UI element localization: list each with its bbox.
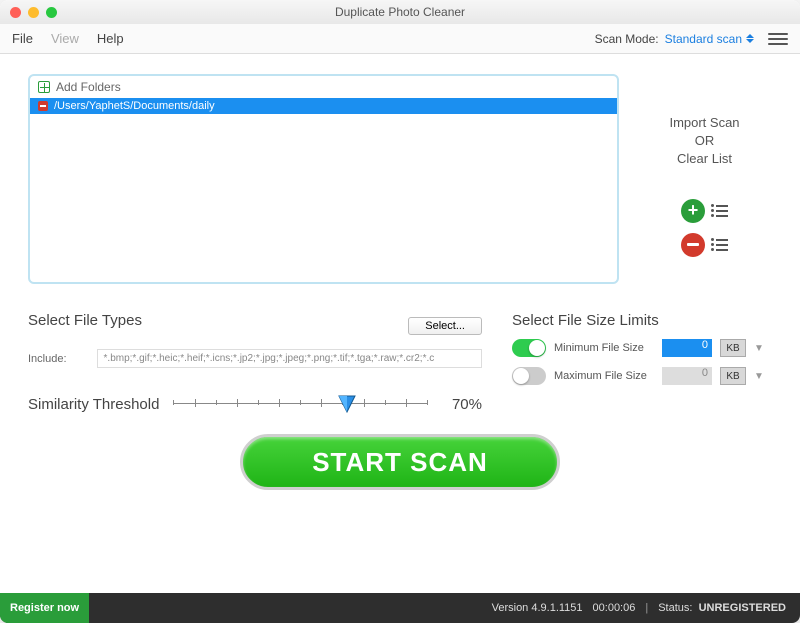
file-types-title: Select File Types bbox=[28, 312, 142, 329]
status-value: UNREGISTERED bbox=[699, 602, 786, 614]
select-file-types-button[interactable]: Select... bbox=[408, 317, 482, 335]
min-size-toggle[interactable] bbox=[512, 339, 546, 357]
similarity-label: Similarity Threshold bbox=[28, 396, 159, 413]
add-folders-row[interactable]: Add Folders bbox=[30, 76, 617, 98]
menu-view[interactable]: View bbox=[51, 31, 79, 46]
min-size-input[interactable]: 0 bbox=[662, 339, 712, 357]
folder-item[interactable]: /Users/YaphetS/Documents/daily bbox=[30, 98, 617, 114]
max-size-toggle[interactable] bbox=[512, 367, 546, 385]
import-scan-button[interactable]: + bbox=[681, 199, 728, 223]
scan-mode-label: Scan Mode: bbox=[595, 32, 659, 46]
content: Add Folders /Users/YaphetS/Documents/dai… bbox=[0, 54, 800, 593]
status-label: Status: bbox=[658, 602, 692, 614]
folder-path: /Users/YaphetS/Documents/daily bbox=[54, 100, 215, 112]
plus-icon bbox=[38, 81, 50, 93]
side-text-1: Import Scan bbox=[669, 114, 739, 132]
side-text-2: OR bbox=[669, 132, 739, 150]
max-size-unit[interactable]: KB bbox=[720, 367, 746, 385]
list-icon bbox=[711, 204, 728, 217]
include-value[interactable]: *.bmp;*.gif;*.heic;*.heif;*.icns;*.jp2;*… bbox=[97, 349, 482, 368]
min-size-unit[interactable]: KB bbox=[720, 339, 746, 357]
chevron-down-icon[interactable]: ▼ bbox=[754, 371, 764, 382]
clear-list-button[interactable] bbox=[681, 233, 728, 257]
similarity-value: 70% bbox=[442, 396, 482, 413]
titlebar: Duplicate Photo Cleaner bbox=[0, 0, 800, 24]
chevron-down-icon[interactable]: ▼ bbox=[754, 343, 764, 354]
separator: | bbox=[645, 602, 648, 614]
add-folders-label: Add Folders bbox=[56, 80, 121, 94]
include-label: Include: bbox=[28, 353, 67, 365]
slider-thumb-icon[interactable] bbox=[337, 392, 357, 414]
scan-mode-value[interactable]: Standard scan bbox=[665, 32, 742, 46]
similarity-slider[interactable] bbox=[173, 394, 428, 414]
side-text-3: Clear List bbox=[669, 150, 739, 168]
menu-help[interactable]: Help bbox=[97, 31, 124, 46]
start-scan-label: START SCAN bbox=[312, 447, 488, 478]
window-title: Duplicate Photo Cleaner bbox=[0, 5, 800, 19]
folder-list[interactable]: Add Folders /Users/YaphetS/Documents/dai… bbox=[28, 74, 619, 284]
file-size-title: Select File Size Limits bbox=[512, 312, 772, 329]
version-label: Version 4.9.1.1151 bbox=[492, 602, 583, 614]
plus-circle-icon: + bbox=[681, 199, 705, 223]
side-panel: Import Scan OR Clear List + bbox=[637, 74, 772, 284]
hamburger-icon[interactable] bbox=[768, 33, 788, 45]
start-scan-button[interactable]: START SCAN bbox=[240, 434, 560, 490]
app-window: Duplicate Photo Cleaner File View Help S… bbox=[0, 0, 800, 623]
minus-icon bbox=[38, 101, 48, 111]
max-size-input[interactable]: 0 bbox=[662, 367, 712, 385]
scan-mode-sort-icon[interactable] bbox=[746, 34, 754, 43]
status-bar: Register now Version 4.9.1.1151 00:00:06… bbox=[0, 593, 800, 623]
menu-file[interactable]: File bbox=[12, 31, 33, 46]
minus-circle-icon bbox=[681, 233, 705, 257]
register-label: Register now bbox=[10, 602, 79, 614]
elapsed-time: 00:00:06 bbox=[593, 602, 636, 614]
list-icon bbox=[711, 238, 728, 251]
menubar: File View Help Scan Mode: Standard scan bbox=[0, 24, 800, 54]
register-button[interactable]: Register now bbox=[0, 593, 89, 623]
max-size-label: Maximum File Size bbox=[554, 370, 654, 382]
min-size-label: Minimum File Size bbox=[554, 342, 654, 354]
